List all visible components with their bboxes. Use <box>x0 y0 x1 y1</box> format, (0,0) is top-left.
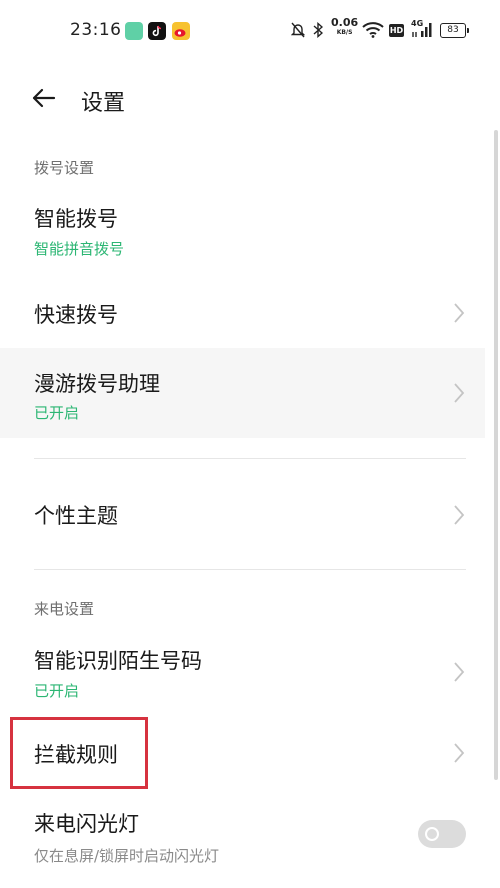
battery-indicator: 83 <box>440 23 469 38</box>
status-bar: 23:16 0.06 KB/S HD 4G 83 <box>0 0 500 64</box>
row-speed-dial-title: 快速拨号 <box>34 303 118 327</box>
row-theme-title: 个性主题 <box>34 504 118 528</box>
section-title-dial: 拨号设置 <box>34 159 95 177</box>
network-speed: 0.06 KB/S <box>331 17 358 38</box>
row-smart-dial-subtitle: 智能拼音拨号 <box>34 240 125 258</box>
row-roaming-subtitle: 已开启 <box>34 404 80 422</box>
divider <box>34 569 466 570</box>
row-identify-title: 智能识别陌生号码 <box>34 649 202 673</box>
divider <box>34 458 466 459</box>
section-title-incoming: 来电设置 <box>34 600 95 618</box>
back-arrow-icon[interactable] <box>30 84 58 112</box>
chevron-right-icon <box>454 743 465 763</box>
row-speed-dial[interactable]: 快速拨号 <box>0 282 485 344</box>
network-speed-unit: KB/S <box>336 29 353 36</box>
mute-bell-icon <box>290 22 306 40</box>
tiktok-app-icon <box>148 22 166 40</box>
flash-toggle[interactable] <box>418 820 466 848</box>
row-flash-subtitle: 仅在息屏/锁屏时启动闪光灯 <box>34 847 220 865</box>
row-roaming-title: 漫游拨号助理 <box>34 372 160 396</box>
row-identify[interactable]: 智能识别陌生号码 已开启 <box>0 635 485 715</box>
status-time: 23:16 <box>70 20 122 40</box>
store-app-icon <box>125 22 143 40</box>
row-smart-dial-title: 智能拨号 <box>34 207 118 231</box>
row-flash-title: 来电闪光灯 <box>34 812 139 836</box>
chevron-right-icon <box>454 303 465 323</box>
chevron-right-icon <box>454 662 465 682</box>
toggle-knob <box>425 827 439 841</box>
hd-badge: HD <box>389 24 404 37</box>
weibo-app-icon <box>172 22 190 40</box>
highlight-box <box>10 717 148 789</box>
scrollbar[interactable] <box>494 130 498 780</box>
chevron-right-icon <box>454 383 465 403</box>
wifi-icon <box>362 22 384 40</box>
row-roaming[interactable]: 漫游拨号助理 已开启 <box>0 348 485 438</box>
row-theme[interactable]: 个性主题 <box>0 480 485 550</box>
row-flash[interactable]: 来电闪光灯 仅在息屏/锁屏时启动闪光灯 <box>0 796 485 888</box>
row-smart-dial[interactable]: 智能拨号 智能拼音拨号 <box>0 195 485 265</box>
chevron-right-icon <box>454 505 465 525</box>
row-identify-subtitle: 已开启 <box>34 682 80 700</box>
bluetooth-icon <box>313 21 324 40</box>
page-title: 设置 <box>81 91 126 116</box>
